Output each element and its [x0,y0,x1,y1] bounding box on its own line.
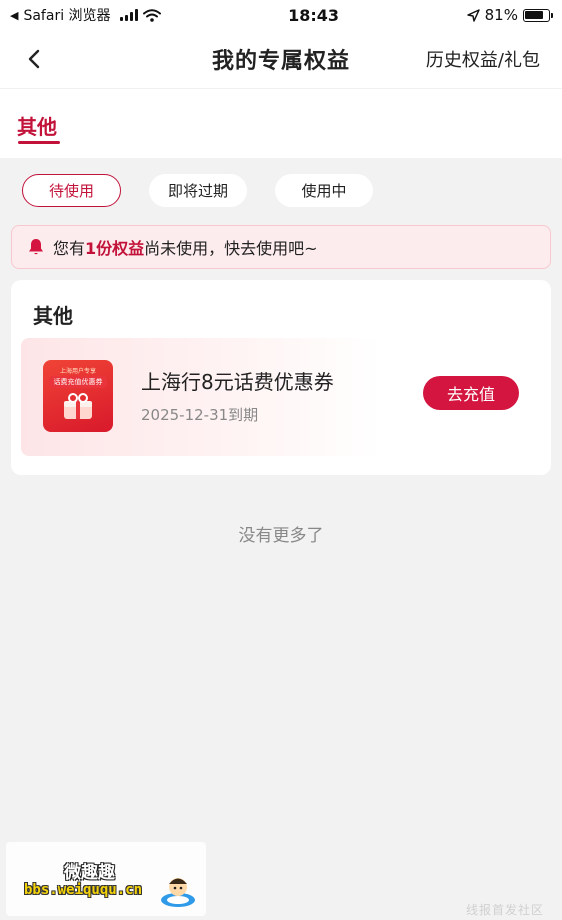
back-to-app-icon[interactable]: ◀ [10,9,18,22]
status-filters: 待使用 即将过期 使用中 [0,158,562,207]
filter-in-use[interactable]: 使用中 [275,174,373,207]
watermark-name: 微趣趣 [64,863,115,883]
bell-icon [29,239,43,255]
watermark-url: bbs.weiququ.cn [24,882,143,898]
unused-benefit-notice: 您有 1份权益 尚未使用，快去使用吧~ [11,225,551,269]
coupon-name: 上海行8元话费优惠券 [141,370,334,394]
watermark: 微趣趣 bbs.weiququ.cn [6,842,206,916]
thumb-title: 话费充值优惠券 [49,376,107,388]
nav-bar: 我的专属权益 历史权益/礼包 [0,30,562,88]
filter-expiring[interactable]: 即将过期 [149,174,247,207]
status-time: 18:43 [288,5,340,25]
back-to-app-label[interactable]: Safari 浏览器 [23,5,110,25]
status-left: ◀ Safari 浏览器 [10,5,161,25]
filter-pending[interactable]: 待使用 [22,174,121,207]
gift-coupon-icon [64,393,92,419]
tab-active-indicator [18,141,60,144]
tab-other[interactable]: 其他 [17,111,57,140]
no-more-text: 没有更多了 [238,526,324,546]
battery-icon [522,8,553,22]
history-benefits-link[interactable]: 历史权益/礼包 [426,46,540,72]
signal-icon [119,9,138,21]
coupon-item[interactable]: 上海用户专享 话费充值优惠券 上海行8元话费优惠券 2025-12-31到期 去… [21,338,537,456]
notice-prefix: 您有 [53,239,86,258]
card-title: 其他 [33,304,73,328]
header-area: ◀ Safari 浏览器 18:43 81% 我的专属权益 历史权益/礼包 其他 [0,0,562,158]
coupon-expiry: 2025-12-31到期 [141,406,259,424]
battery-percent: 81% [484,6,518,24]
watermark-corner-text: 线报首发社区 [465,903,544,917]
thumb-caption: 上海用户专享 [59,368,96,375]
status-bar: ◀ Safari 浏览器 18:43 81% [0,0,562,30]
category-tabs: 其他 [0,88,562,158]
benefit-card: 其他 上海用户专享 话费充值优惠券 上海行8元话费优惠券 2025-12-31到… [11,280,551,475]
status-right: 81% [466,6,553,24]
notice-highlight: 1份权益 [85,239,145,258]
coupon-thumbnail: 上海用户专享 话费充值优惠券 [43,360,113,432]
wifi-icon [142,8,161,22]
recharge-button[interactable]: 去充值 [423,376,519,410]
notice-suffix: 尚未使用，快去使用吧~ [144,239,318,258]
mascot-icon [161,878,195,907]
location-arrow-icon [466,8,480,22]
